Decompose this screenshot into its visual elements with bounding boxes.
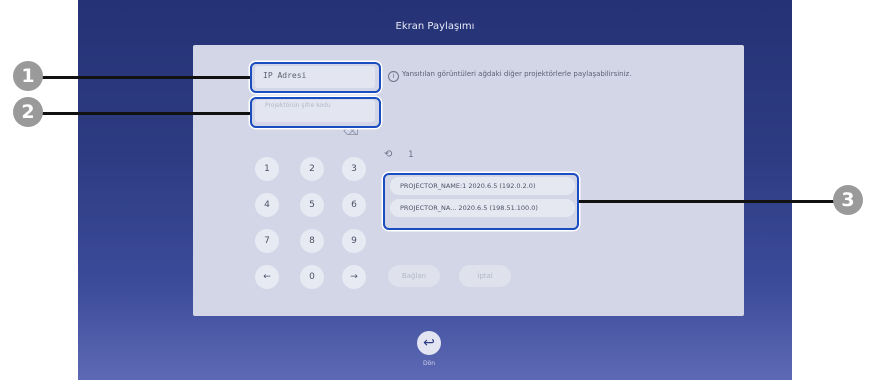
- callout-badge-2: 2: [13, 97, 43, 127]
- history-icon: ⟲: [384, 149, 393, 160]
- cancel-button[interactable]: İptal: [459, 265, 511, 287]
- info-text: Yansıtılan görüntüleri ağdaki diğer proj…: [402, 70, 632, 78]
- history-count: 1: [408, 150, 414, 160]
- key-3[interactable]: 3: [342, 157, 366, 181]
- key-1[interactable]: 1: [255, 157, 279, 181]
- cursor-right-key[interactable]: →: [342, 265, 366, 289]
- callout-badge-1: 1: [13, 61, 43, 91]
- key-8[interactable]: 8: [300, 229, 324, 253]
- back-arrow-icon: ↩: [423, 335, 435, 351]
- screen-title: Ekran Paylaşımı: [395, 21, 475, 32]
- connect-button[interactable]: Bağlan: [388, 265, 440, 287]
- back-button[interactable]: ↩: [417, 331, 441, 355]
- key-6[interactable]: 6: [342, 193, 366, 217]
- info-icon: i: [388, 71, 399, 82]
- ip-field-highlight: [250, 62, 381, 93]
- key-4[interactable]: 4: [255, 193, 279, 217]
- cursor-left-key[interactable]: ←: [255, 265, 279, 289]
- callout-line-2: [28, 112, 250, 115]
- callout-line-3: [579, 200, 849, 203]
- key-9[interactable]: 9: [342, 229, 366, 253]
- callout-line-1: [28, 76, 250, 79]
- key-7[interactable]: 7: [255, 229, 279, 253]
- back-label: Dön: [422, 360, 436, 367]
- key-0[interactable]: 0: [300, 265, 324, 289]
- password-field-highlight: [250, 97, 381, 128]
- key-2[interactable]: 2: [300, 157, 324, 181]
- projector-list-highlight: [383, 173, 579, 230]
- key-5[interactable]: 5: [300, 193, 324, 217]
- callout-badge-3: 3: [833, 185, 863, 215]
